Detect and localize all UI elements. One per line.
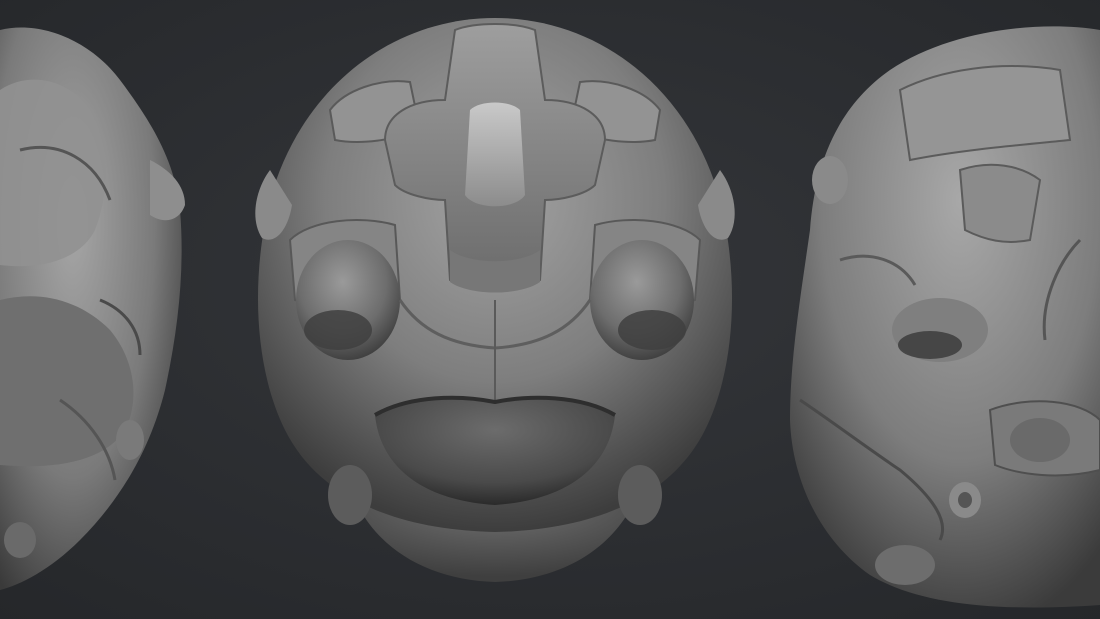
left-eye bbox=[296, 240, 400, 360]
sculpt-render bbox=[0, 0, 1100, 619]
right-head-eye bbox=[892, 298, 988, 362]
right-eye bbox=[590, 240, 694, 360]
sculpt-render-viewport bbox=[0, 0, 1100, 619]
